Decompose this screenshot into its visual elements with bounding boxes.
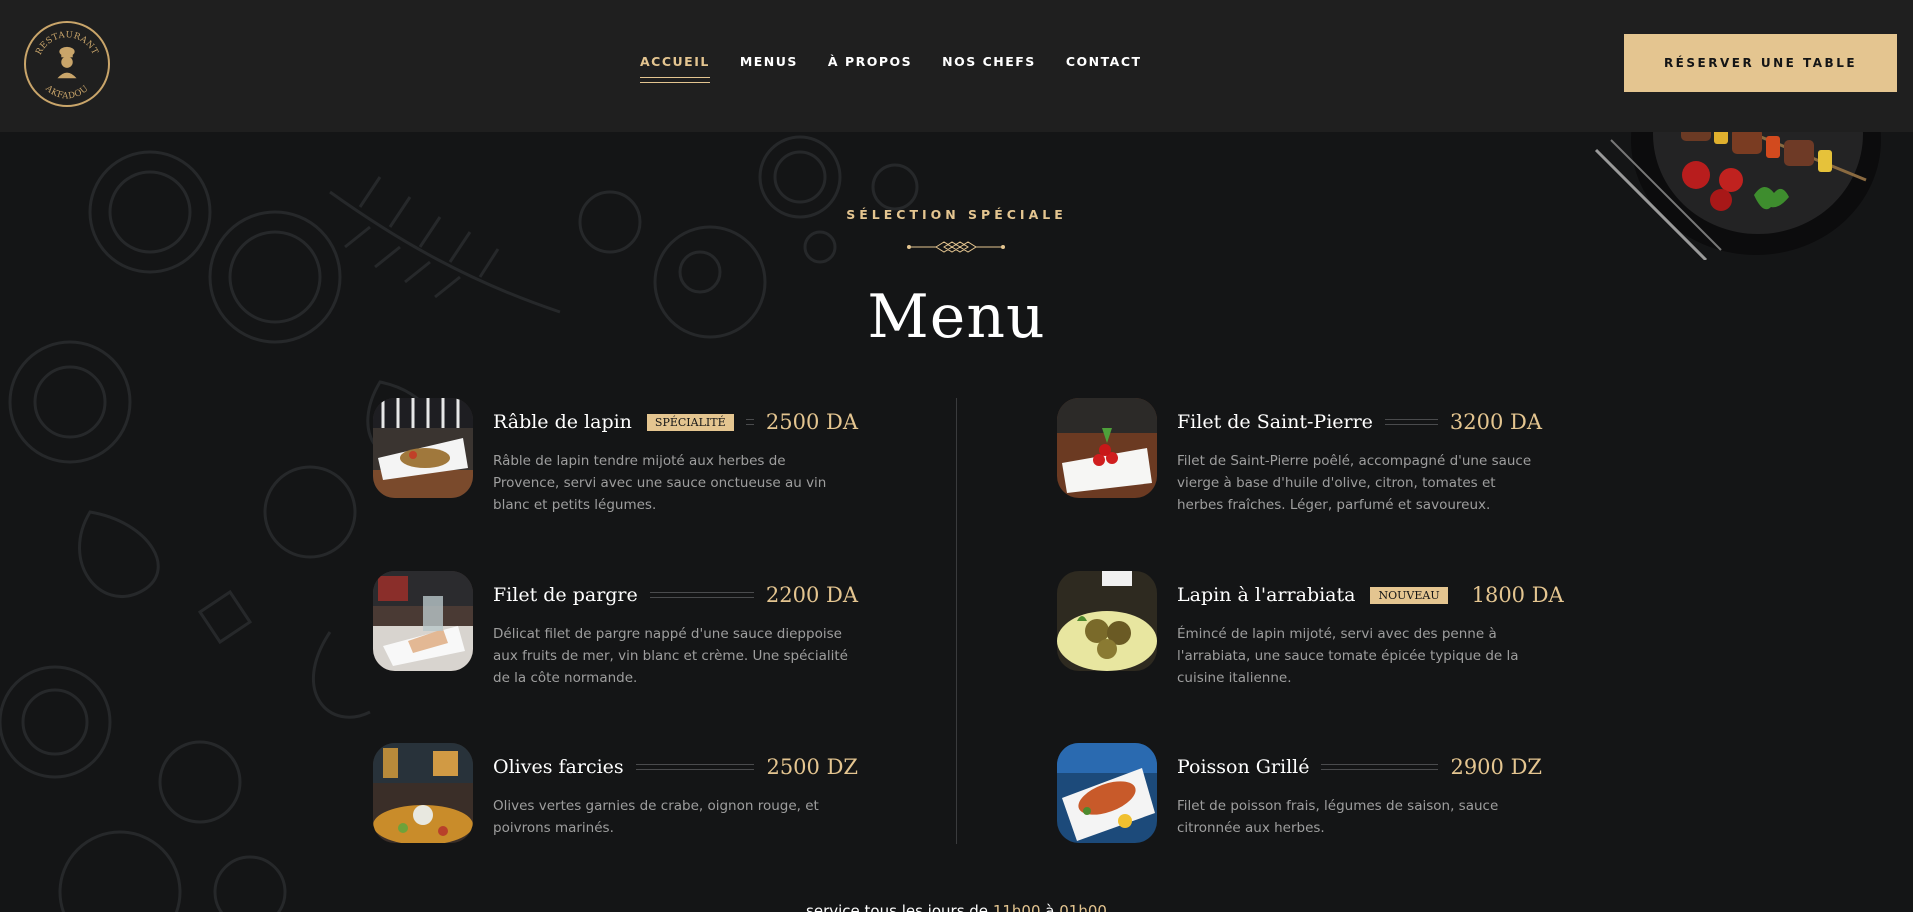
nav-link-accueil[interactable]: ACCUEIL [640,54,710,83]
nav-link-menus[interactable]: MENUS [740,54,798,83]
nav-label: MENUS [739,54,798,69]
item-header: Lapin à l'arrabiata NOUVEAU 1800 DA [1177,581,1564,609]
item-header: Filet de pargre 2200 DA [493,581,858,609]
dish-image [373,743,473,843]
nav-link-a-propos[interactable]: À PROPOS [828,54,912,83]
main-nav: ACCUEIL MENUS À PROPOS NOS CHEFS CONTACT [640,54,1142,83]
price-leader-line [745,419,754,425]
menu-item-lapin-a-l-arrabiata[interactable]: Lapin à l'arrabiata NOUVEAU 1800 DA Émin… [1057,571,1564,686]
nav-active-underline [640,77,710,83]
dish-image [373,398,473,498]
nav-label: ACCUEIL [640,54,710,69]
item-description: Râble de lapin tendre mijoté aux herbes … [493,453,827,513]
menu-item-rable-de-lapin[interactable]: Râble de lapin SPÉCIALITÉ 2500 DA Râble … [373,398,858,513]
item-header: Râble de lapin SPÉCIALITÉ 2500 DA [493,408,858,436]
item-name: Filet de Saint-Pierre [1177,411,1373,433]
item-description: Filet de Saint-Pierre poêlé, accompagné … [1177,453,1532,513]
item-price: 2500 DZ [766,755,858,779]
chef-icon [57,46,77,79]
hours-close: 01h00 [1059,902,1107,912]
item-name: Olives farcies [493,756,624,778]
nav-link-contact[interactable]: CONTACT [1066,54,1142,83]
dish-image [1057,743,1157,843]
item-name: Râble de lapin [493,411,632,433]
price-leader-line [1321,764,1439,770]
menu-item-olives-farcies[interactable]: Olives farcies 2500 DZ Olives vertes gar… [373,743,858,853]
nav-label: NOS CHEFS [942,54,1036,69]
item-name: Poisson Grillé [1177,756,1310,778]
menu-item-poisson-grille[interactable]: Poisson Grillé 2900 DZ Filet de poisson … [1057,743,1542,853]
item-price: 2900 DZ [1450,755,1542,779]
logo-text-bottom: AKFADOU [43,83,91,101]
price-leader-line [649,592,754,598]
opening-hours: service tous les jours de 11h00 à 01h00 [0,902,1913,912]
menu-item-filet-de-saint-pierre[interactable]: Filet de Saint-Pierre 3200 DA Filet de S… [1057,398,1542,513]
section-title: Menu [867,282,1046,352]
item-description: Olives vertes garnies de crabe, oignon r… [493,798,819,836]
item-price: 2200 DA [765,583,858,607]
item-name: Filet de pargre [493,584,638,606]
specialty-badge: SPÉCIALITÉ [646,413,734,431]
item-header: Filet de Saint-Pierre 3200 DA [1177,408,1542,436]
nav-label: CONTACT [1065,54,1142,69]
item-price: 2500 DA [765,410,858,434]
hours-separator: à [1045,902,1055,912]
item-header: Olives farcies 2500 DZ [493,753,858,781]
item-price: 1800 DA [1471,583,1564,607]
nav-link-nos-chefs[interactable]: NOS CHEFS [942,54,1036,83]
hours-prefix: service tous les jours de [806,902,989,912]
ornament-divider [907,241,1005,253]
item-price: 3200 DA [1449,410,1542,434]
item-description: Délicat filet de pargre nappé d'une sauc… [493,626,848,686]
svg-text:AKFADOU: AKFADOU [43,83,91,101]
item-name: Lapin à l'arrabiata [1177,584,1356,606]
item-header: Poisson Grillé 2900 DZ [1177,753,1542,781]
restaurant-logo[interactable]: RESTAURANT AKFADOU [24,21,110,107]
menu-item-filet-de-pargre[interactable]: Filet de pargre 2200 DA Délicat filet de… [373,571,858,686]
hours-open: 11h00 [992,902,1041,912]
new-badge: NOUVEAU [1370,586,1448,604]
nav-label: À PROPOS [827,54,913,69]
dish-image [1057,571,1157,671]
reserve-table-button[interactable]: RÉSERVER UNE TABLE [1624,34,1897,92]
dish-image [373,571,473,671]
price-leader-line [635,764,755,770]
dish-image [1057,398,1157,498]
site-header: RESTAURANT AKFADOU ACCUEIL MENUS À PROPO… [0,0,1913,132]
item-description: Émincé de lapin mijoté, servi avec des p… [1177,626,1519,686]
item-description: Filet de poisson frais, légumes de saiso… [1177,798,1499,836]
menu-column-divider [956,398,957,844]
price-leader-line [1384,419,1438,425]
